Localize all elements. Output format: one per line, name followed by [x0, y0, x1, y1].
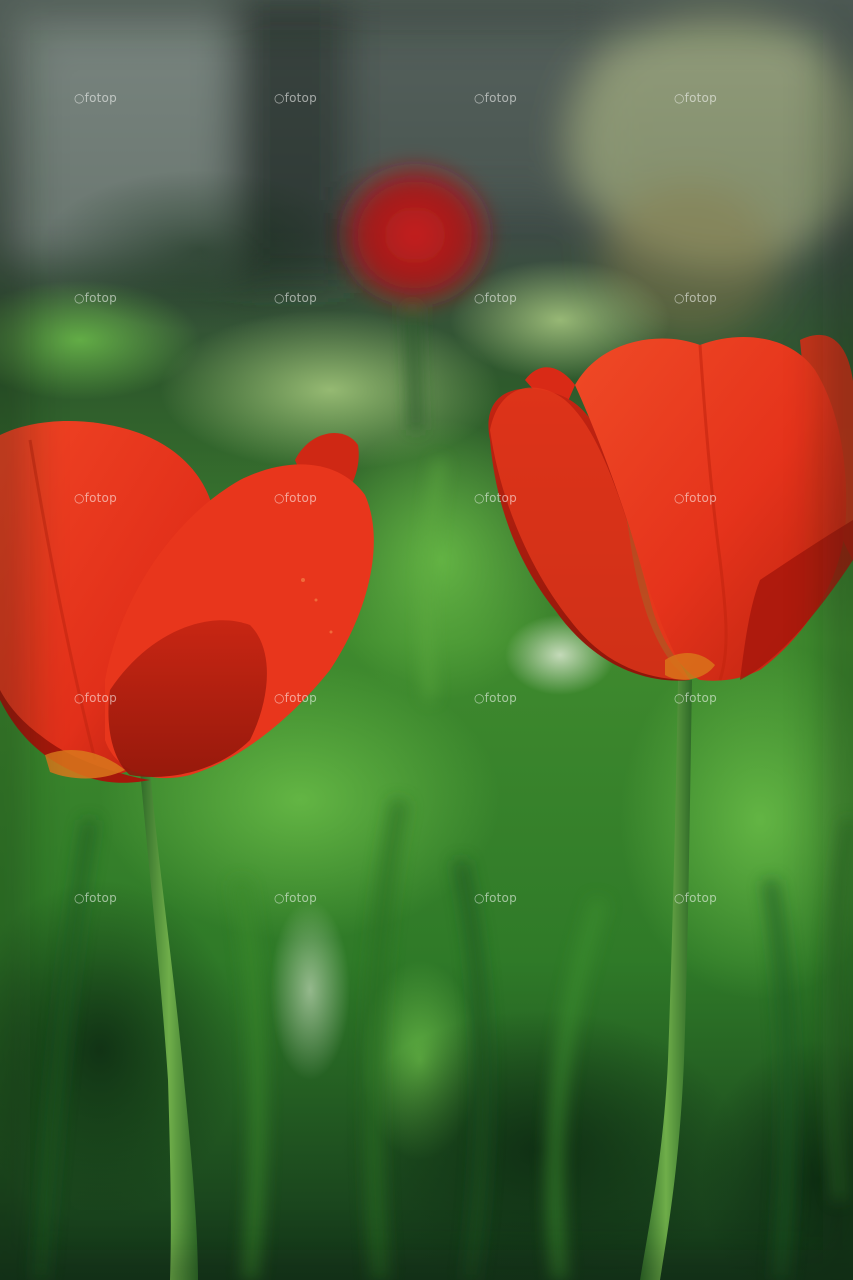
tulip-scene [0, 0, 853, 1280]
tulip-photo: ○fotop ○fotop ○fotop ○fotop ○fotop ○fotop ○fot… [0, 0, 853, 1280]
